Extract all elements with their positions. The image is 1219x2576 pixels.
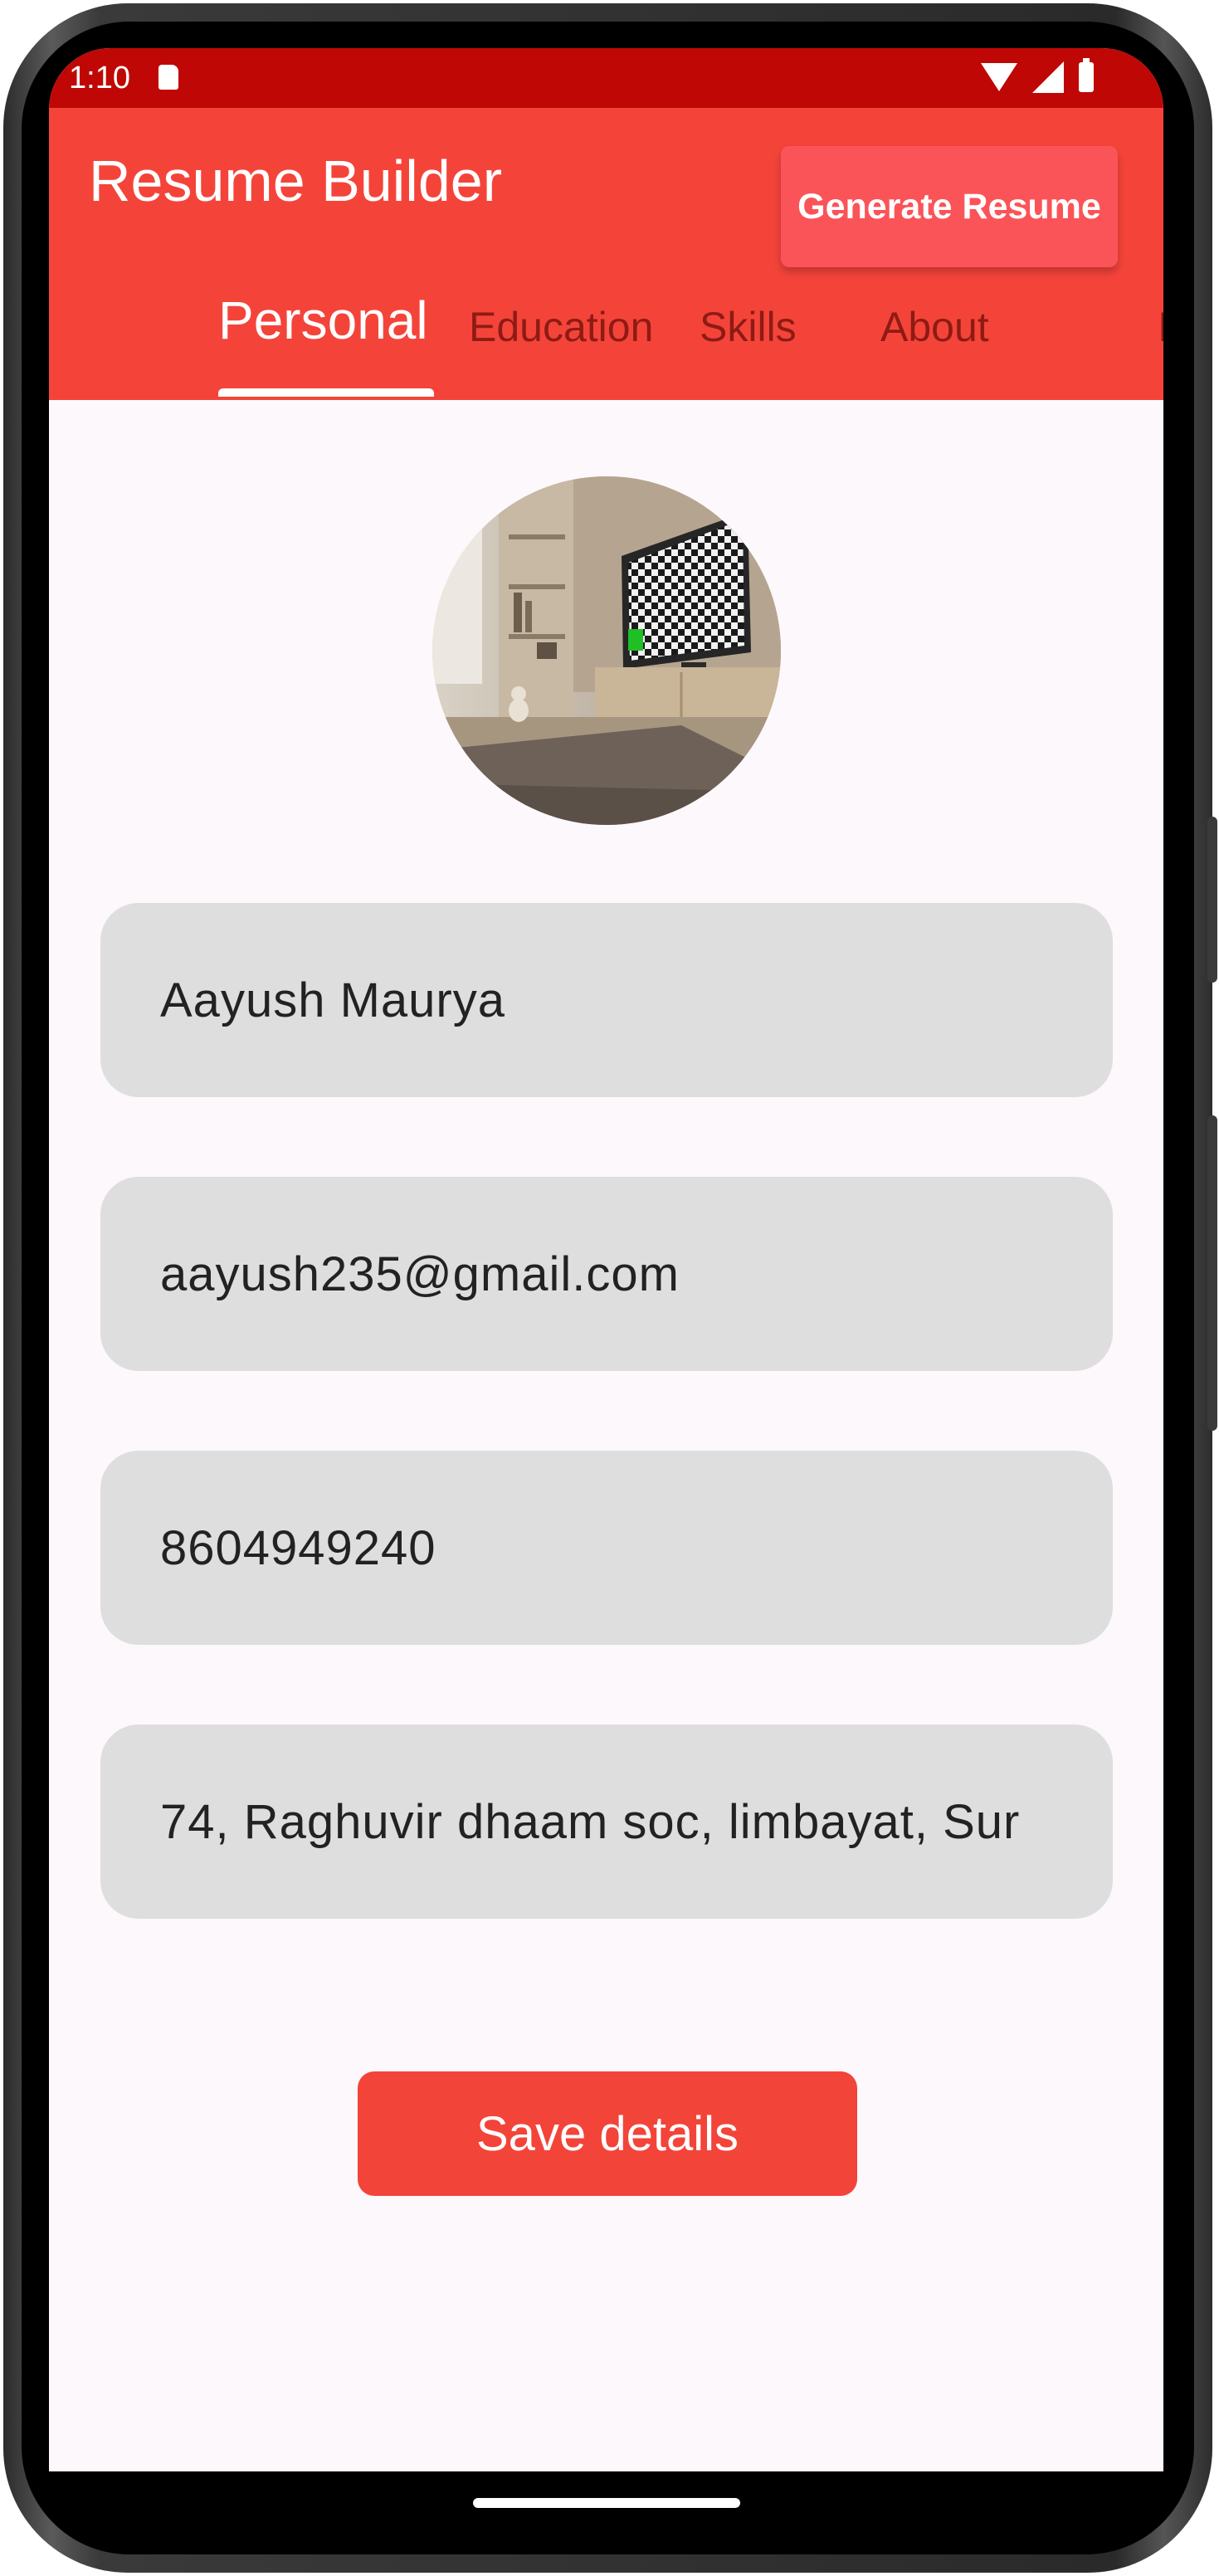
app-title: Resume Builder <box>89 149 502 213</box>
tab-skills[interactable]: Skills <box>700 302 797 352</box>
room-photo-image <box>432 476 781 825</box>
phone-device: 1:10 Resume Builder Generate Resume Pers… <box>0 0 1219 2576</box>
power-button <box>1207 817 1217 983</box>
app-screen: 1:10 Resume Builder Generate Resume Pers… <box>49 48 1163 2471</box>
save-details-button[interactable]: Save details <box>358 2071 857 2196</box>
status-icons <box>981 58 1094 93</box>
email-field[interactable]: aayush235@gmail.com <box>100 1177 1113 1371</box>
phone-field[interactable]: 8604949240 <box>100 1451 1113 1645</box>
status-bar: 1:10 <box>49 48 1163 108</box>
status-time: 1:10 <box>69 61 130 95</box>
cell-signal-icon <box>1032 61 1064 93</box>
tab-personal[interactable]: Personal <box>218 294 428 347</box>
generate-resume-button[interactable]: Generate Resume <box>781 146 1118 267</box>
address-field[interactable]: 74, Raghuvir dhaam soc, limbayat, Sur <box>100 1725 1113 1919</box>
volume-button <box>1207 1115 1217 1431</box>
wifi-icon <box>981 63 1017 91</box>
home-indicator[interactable] <box>473 2498 740 2508</box>
profile-photo[interactable] <box>432 476 781 825</box>
tab-next-partial[interactable]: I <box>1158 302 1163 352</box>
sd-card-icon <box>158 65 178 90</box>
battery-icon <box>1079 58 1094 92</box>
tab-education[interactable]: Education <box>469 302 653 352</box>
tab-indicator <box>218 388 434 397</box>
tab-about[interactable]: About <box>880 302 989 352</box>
name-field[interactable]: Aayush Maurya <box>100 903 1113 1097</box>
